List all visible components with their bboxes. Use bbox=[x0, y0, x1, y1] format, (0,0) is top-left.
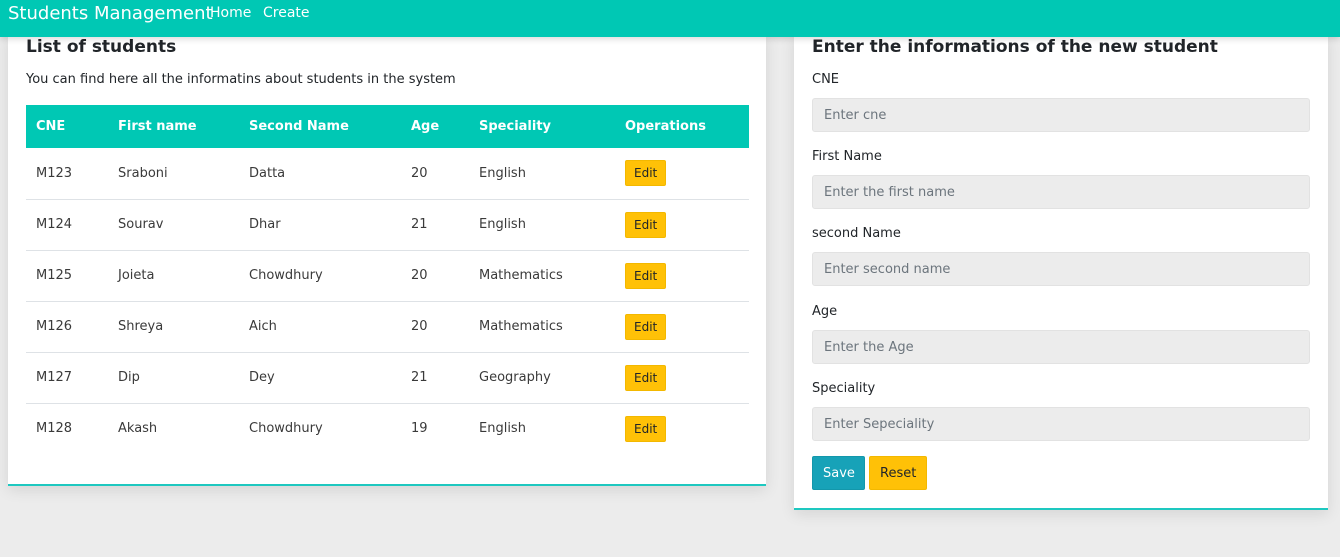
second-name-label: second Name bbox=[812, 226, 901, 241]
edit-button[interactable]: Edit bbox=[625, 211, 667, 238]
table-header-row: CNE First name Second Name Age Specialit… bbox=[26, 105, 749, 148]
cell-speciality: Mathematics bbox=[469, 250, 615, 302]
cell-first-name: Sraboni bbox=[108, 148, 239, 200]
cell-speciality: English bbox=[469, 148, 615, 200]
top-navbar: Students Management Home Create bbox=[0, 0, 1340, 37]
cell-cne: M124 bbox=[26, 199, 108, 251]
students-list-card: List of students You can find here all t… bbox=[8, 33, 766, 486]
table-row: M125 Joieta Chowdhury 20 Mathematics Edi… bbox=[26, 250, 749, 302]
table-row: M128 Akash Chowdhury 19 English Edit bbox=[26, 403, 749, 454]
cell-cne: M125 bbox=[26, 250, 108, 302]
cell-second-name: Dhar bbox=[239, 199, 401, 251]
cell-operations: Edit bbox=[615, 352, 749, 404]
table-row: M123 Sraboni Datta 20 English Edit bbox=[26, 148, 749, 200]
cell-speciality: English bbox=[479, 421, 526, 437]
form-title: Enter the informations of the new studen… bbox=[812, 37, 1218, 57]
second-name-input[interactable] bbox=[812, 252, 1310, 286]
table-row: M126 Shreya Aich 20 Mathematics Edit bbox=[26, 301, 749, 353]
cell-age: 20 bbox=[401, 148, 469, 200]
list-subtitle: You can find here all the informatins ab… bbox=[26, 72, 456, 87]
cell-speciality: Geography bbox=[469, 352, 615, 404]
column-header-speciality: Speciality bbox=[469, 105, 615, 148]
reset-button[interactable]: Reset bbox=[869, 456, 927, 490]
cell-first-name: Akash bbox=[118, 421, 158, 437]
cell-operations: Edit bbox=[615, 250, 749, 302]
cell-cne: M123 bbox=[26, 148, 108, 200]
column-header-age: Age bbox=[401, 105, 469, 148]
cell-second-name: Datta bbox=[239, 148, 401, 200]
cell-first-name: Sourav bbox=[108, 199, 239, 251]
cell-first-name: Dip bbox=[108, 352, 239, 404]
column-header-cne: CNE bbox=[26, 105, 108, 148]
cell-first-name: Joieta bbox=[108, 250, 239, 302]
age-label: Age bbox=[812, 304, 838, 319]
cell-second-name: Chowdhury bbox=[249, 421, 323, 437]
cell-second-name: Chowdhury bbox=[239, 250, 401, 302]
cell-age: 20 bbox=[401, 250, 469, 302]
nav-link-home[interactable]: Home bbox=[210, 5, 251, 21]
cell-operations: Edit bbox=[615, 148, 749, 200]
edit-button[interactable]: Edit bbox=[625, 364, 667, 391]
cell-operations: Edit bbox=[615, 301, 749, 353]
cne-input[interactable] bbox=[812, 98, 1310, 132]
table-row: M124 Sourav Dhar 21 English Edit bbox=[26, 199, 749, 251]
cell-operations: Edit bbox=[615, 403, 749, 454]
cell-cne: M126 bbox=[26, 301, 108, 353]
cell-age: 21 bbox=[401, 199, 469, 251]
speciality-input[interactable] bbox=[812, 407, 1310, 441]
cell-speciality: Mathematics bbox=[469, 301, 615, 353]
students-table: CNE First name Second Name Age Specialit… bbox=[26, 105, 749, 454]
cell-operations: Edit bbox=[615, 199, 749, 251]
cne-label: CNE bbox=[812, 72, 840, 87]
cell-age: 20 bbox=[401, 301, 469, 353]
cell-second-name: Dey bbox=[239, 352, 401, 404]
column-header-second-name: Second Name bbox=[239, 105, 401, 148]
cell-age: 19 bbox=[411, 421, 428, 437]
edit-button[interactable]: Edit bbox=[625, 160, 667, 187]
nav-link-create[interactable]: Create bbox=[263, 5, 310, 21]
edit-button[interactable]: Edit bbox=[625, 415, 667, 442]
age-input[interactable] bbox=[812, 330, 1310, 364]
first-name-input[interactable] bbox=[812, 175, 1310, 209]
cell-speciality: English bbox=[469, 199, 615, 251]
new-student-form-card: Enter the informations of the new studen… bbox=[794, 33, 1328, 510]
cell-age: 21 bbox=[401, 352, 469, 404]
cell-cne: M128 bbox=[36, 421, 73, 437]
first-name-label: First Name bbox=[812, 149, 882, 164]
cell-first-name: Shreya bbox=[108, 301, 239, 353]
app-brand[interactable]: Students Management bbox=[8, 3, 213, 24]
list-title: List of students bbox=[26, 37, 177, 57]
table-row: M127 Dip Dey 21 Geography Edit bbox=[26, 352, 749, 404]
save-button[interactable]: Save bbox=[812, 456, 865, 490]
column-header-operations: Operations bbox=[615, 105, 749, 148]
edit-button[interactable]: Edit bbox=[625, 262, 667, 289]
speciality-label: Speciality bbox=[812, 381, 876, 396]
cell-cne: M127 bbox=[26, 352, 108, 404]
edit-button[interactable]: Edit bbox=[625, 313, 667, 340]
cell-second-name: Aich bbox=[239, 301, 401, 353]
column-header-first-name: First name bbox=[108, 105, 239, 148]
